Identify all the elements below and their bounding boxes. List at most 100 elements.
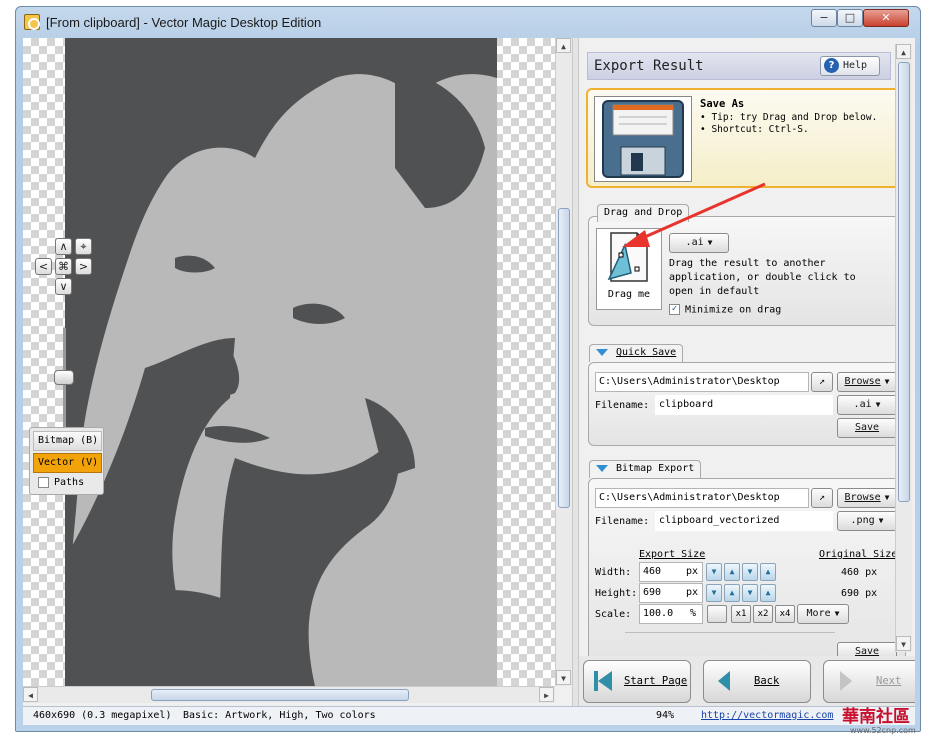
close-button[interactable]: ✕ [863, 9, 909, 27]
window-title: [From clipboard] - Vector Magic Desktop … [46, 15, 322, 30]
watermark-brand: 華南社區 [842, 707, 910, 727]
chevron-down-icon: ▼ [884, 493, 890, 502]
panel-vertical-scrollbar[interactable]: ▲ ▼ [895, 44, 912, 652]
export-title: Export Result [594, 58, 704, 74]
original-height: 690 px [841, 588, 878, 599]
scroll-down-arrow[interactable]: ▼ [556, 670, 571, 685]
scroll-up-arrow[interactable]: ▲ [556, 38, 571, 53]
pan-right-button[interactable]: > [75, 258, 92, 275]
height-increase-more-button[interactable]: ▲ [760, 584, 776, 602]
canvas-horizontal-scrollbar[interactable]: ◀ ▶ [23, 686, 555, 703]
minimize-on-drag-option[interactable]: ✓ Minimize on drag [669, 304, 781, 317]
quick-save-open-folder-button[interactable]: ↗ [811, 372, 833, 392]
bitmap-mode-button[interactable]: Bitmap (B) [33, 431, 102, 451]
quick-save-button[interactable]: Save [837, 418, 897, 438]
fit-view-button[interactable]: ⌖ [75, 238, 92, 255]
bitmap-browse-button[interactable]: Browse ▼ [837, 488, 897, 508]
drag-description: Drag the result to another application, … [669, 258, 856, 297]
scale-label: Scale: [595, 609, 632, 620]
floppy-disk-icon [602, 100, 684, 178]
quick-save-path-field[interactable]: C:\Users\Administrator\Desktop [595, 372, 809, 392]
export-size-heading: Export Size [639, 549, 706, 560]
back-label: Back [754, 675, 780, 687]
height-value: 690 [643, 587, 662, 598]
bitmap-open-folder-button[interactable]: ↗ [811, 488, 833, 508]
watermark-site: www.52cnp.com [850, 726, 916, 735]
chevron-down-icon: ▼ [884, 377, 890, 386]
height-decrease-more-button[interactable]: ▼ [742, 584, 758, 602]
paths-checkbox[interactable] [38, 476, 49, 488]
app-window: [From clipboard] - Vector Magic Desktop … [15, 6, 921, 732]
bitmap-export-label: Bitmap Export [616, 463, 695, 474]
chevron-down-icon: ▼ [875, 400, 881, 409]
original-width: 460 px [841, 567, 878, 578]
height-input[interactable]: 690 px [639, 583, 703, 603]
first-page-icon [598, 671, 612, 691]
scale-value: 100.0 [643, 608, 674, 619]
quick-save-format-dropdown[interactable]: .ai ▼ [837, 395, 897, 415]
save-as-button[interactable] [594, 96, 692, 182]
paths-label: Paths [54, 477, 85, 488]
bitmap-format-dropdown[interactable]: .png ▼ [837, 511, 897, 531]
bitmap-export-tab[interactable]: Bitmap Export [589, 460, 702, 478]
canvas-hscroll-thumb[interactable] [151, 689, 409, 701]
width-decrease-button[interactable]: ▼ [706, 563, 722, 581]
scroll-down-arrow[interactable]: ▼ [896, 636, 911, 651]
drag-format-value: .ai [685, 237, 704, 248]
zoom-slider-thumb[interactable] [54, 370, 74, 385]
quick-save-button-label: Save [854, 422, 880, 433]
height-decrease-button[interactable]: ▼ [706, 584, 722, 602]
panel-vscroll-thumb[interactable] [898, 62, 910, 502]
maximize-button[interactable]: □ [837, 9, 863, 27]
scale-x4-button[interactable]: x4 [775, 605, 795, 623]
app-icon [24, 14, 40, 30]
vector-mode-button[interactable]: Vector (V) [33, 453, 102, 473]
save-as-card[interactable]: Save As Tip: try Drag and Drop below. Sh… [586, 88, 904, 188]
height-unit: px [685, 587, 698, 598]
minimize-on-drag-checkbox[interactable]: ✓ [669, 304, 680, 315]
canvas-vertical-scrollbar[interactable]: ▲ ▼ [555, 38, 572, 686]
scale-blank-button[interactable] [707, 605, 727, 623]
quick-save-tab[interactable]: Quick Save [589, 344, 684, 362]
scroll-right-arrow[interactable]: ▶ [539, 687, 554, 702]
next-button[interactable]: Next [823, 660, 915, 703]
save-as-tip: Shortcut: Ctrl-S. [700, 124, 877, 136]
drag-format-dropdown[interactable]: .ai ▼ [669, 233, 729, 253]
scroll-up-arrow[interactable]: ▲ [896, 44, 911, 59]
title-bar: [From clipboard] - Vector Magic Desktop … [16, 7, 920, 37]
back-arrow-icon [718, 671, 730, 691]
drag-me-tile[interactable]: Drag me [596, 228, 662, 310]
panel-splitter[interactable] [572, 38, 579, 725]
width-increase-more-button[interactable]: ▲ [760, 563, 776, 581]
width-increase-button[interactable]: ▲ [724, 563, 740, 581]
scale-x1-button[interactable]: x1 [731, 605, 751, 623]
scale-x2-button[interactable]: x2 [753, 605, 773, 623]
browse-label: Browse [844, 492, 881, 503]
preview-canvas[interactable]: ∧ ⌖ < ⌘ > ∨ Bitmap (B) Vector (V) Paths [23, 38, 555, 686]
pan-down-button[interactable]: ∨ [55, 278, 72, 295]
help-button[interactable]: ? Help [820, 56, 880, 76]
chevron-down-icon: ▼ [834, 609, 840, 618]
scale-input[interactable]: 100.0% [639, 604, 703, 624]
scroll-left-arrow[interactable]: ◀ [23, 687, 38, 702]
bitmap-path-field[interactable]: C:\Users\Administrator\Desktop [595, 488, 809, 508]
width-input[interactable]: 460 px [639, 562, 703, 582]
original-size-heading: Original Size [819, 549, 898, 560]
pan-up-button[interactable]: ∧ [55, 238, 72, 255]
canvas-vscroll-thumb[interactable] [558, 208, 570, 508]
client-area: ∧ ⌖ < ⌘ > ∨ Bitmap (B) Vector (V) Paths … [23, 38, 915, 725]
back-button[interactable]: Back [703, 660, 811, 703]
bitmap-filename-input[interactable]: clipboard_vectorized [655, 511, 833, 531]
start-page-button[interactable]: Start Page [583, 660, 691, 703]
center-view-button[interactable]: ⌘ [55, 258, 72, 275]
height-increase-button[interactable]: ▲ [724, 584, 740, 602]
quick-save-filename-input[interactable]: clipboard [655, 395, 833, 415]
paths-toggle[interactable]: Paths [33, 473, 102, 493]
pan-left-button[interactable]: < [35, 258, 52, 275]
minimize-button[interactable]: − [811, 9, 837, 27]
width-decrease-more-button[interactable]: ▼ [742, 563, 758, 581]
quick-save-label: Quick Save [616, 347, 677, 358]
help-icon: ? [824, 58, 839, 73]
quick-save-browse-button[interactable]: Browse ▼ [837, 372, 897, 392]
scale-more-button[interactable]: More ▼ [797, 604, 849, 624]
